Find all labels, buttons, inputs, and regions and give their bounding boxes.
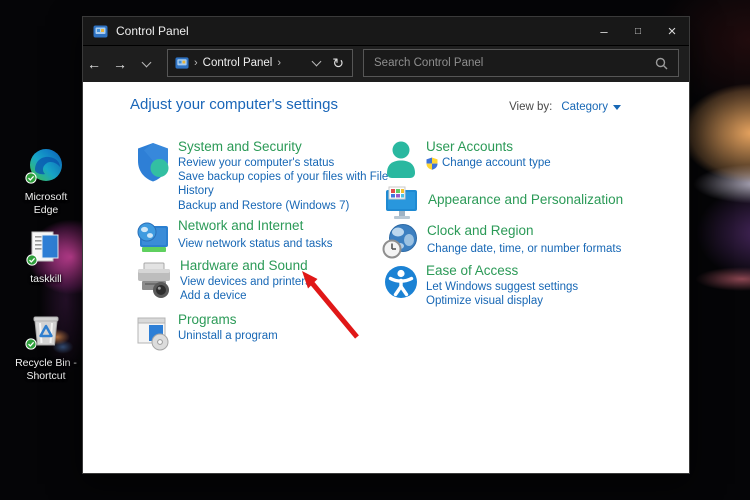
user-accounts-icon[interactable] [384, 140, 418, 185]
category-clock-and-region: Clock and Region Change date, time, or n… [382, 223, 663, 265]
close-button[interactable]: × [655, 17, 689, 45]
desktop-icon-recycle-bin-shortcut[interactable]: Recycle Bin - Shortcut [10, 312, 82, 383]
task-link[interactable]: Change date, time, or number formats [427, 242, 663, 256]
printer-icon[interactable] [136, 262, 172, 305]
task-link[interactable]: View network status and tasks [178, 237, 390, 251]
breadcrumb-control-panel[interactable]: Control Panel [203, 57, 273, 69]
desktop-icon-microsoft-edge[interactable]: Microsoft Edge [14, 148, 78, 217]
desktop-icon-label: Recycle Bin - Shortcut [15, 357, 77, 383]
refresh-button[interactable]: ↻ [332, 55, 344, 72]
breadcrumb-separator[interactable]: › [277, 57, 281, 69]
view-by-label: View by: [509, 101, 553, 113]
task-link[interactable]: Optimize visual display [426, 294, 662, 308]
uac-shield-icon [426, 157, 438, 170]
back-button[interactable]: ← [83, 46, 105, 82]
search-input[interactable] [364, 57, 655, 69]
chevron-down-icon [141, 57, 151, 68]
recycle-bin-icon [25, 312, 63, 353]
task-link[interactable]: Add a device [180, 289, 392, 303]
category-title[interactable]: Ease of Access [426, 263, 662, 279]
task-link[interactable]: Save backup copies of your files with Fi… [178, 170, 390, 198]
batch-file-icon [26, 230, 62, 269]
sync-check-badge-icon [26, 253, 38, 271]
category-programs: Programs Uninstall a program [136, 312, 390, 356]
category-title[interactable]: Network and Internet [178, 218, 390, 234]
category-title[interactable]: User Accounts [426, 139, 662, 155]
category-title[interactable]: Clock and Region [427, 223, 663, 239]
network-monitor-icon[interactable] [136, 221, 170, 262]
breadcrumb-separator: › [194, 57, 198, 69]
edge-icon [25, 148, 63, 187]
control-panel-window: Control Panel – □ × ← → ↑ › Control Pane… [82, 16, 690, 474]
titlebar[interactable]: Control Panel – □ × [83, 17, 689, 45]
window-title: Control Panel [116, 24, 189, 38]
task-link[interactable]: Uninstall a program [178, 329, 390, 343]
control-panel-app-icon [93, 24, 108, 39]
task-link[interactable]: View devices and printers [180, 275, 392, 289]
category-title[interactable]: System and Security [178, 139, 390, 155]
system-security-shield-icon[interactable] [136, 142, 170, 213]
desktop-icon-label: taskkill [30, 273, 62, 285]
search-box[interactable] [363, 49, 679, 77]
page-title: Adjust your computer's settings [130, 96, 338, 113]
task-link[interactable]: Let Windows suggest settings [426, 280, 662, 294]
recent-pages-button[interactable] [135, 46, 157, 82]
search-icon[interactable] [655, 57, 668, 70]
category-title[interactable]: Hardware and Sound [180, 258, 392, 274]
view-by-control: View by: Category [509, 101, 621, 113]
dropdown-triangle-icon[interactable] [613, 104, 621, 110]
clock-globe-icon[interactable] [382, 223, 419, 265]
category-system-and-security: System and Security Review your computer… [136, 139, 390, 213]
category-title[interactable]: Programs [178, 312, 390, 328]
task-link[interactable]: Change account type [442, 156, 551, 170]
control-panel-crumb-icon [175, 56, 189, 70]
forward-icon: → [113, 56, 127, 72]
category-network-and-internet: Network and Internet View network status… [136, 218, 390, 262]
desktop-icon-taskkill[interactable]: taskkill [14, 230, 78, 286]
sync-check-badge-icon [25, 171, 37, 189]
address-bar[interactable]: › Control Panel › ↻ [167, 49, 353, 77]
back-icon: ← [87, 56, 101, 72]
category-title[interactable]: Appearance and Personalization [428, 192, 664, 208]
sync-check-badge-icon [25, 337, 37, 355]
task-link[interactable]: Backup and Restore (Windows 7) [178, 199, 390, 213]
ease-of-access-icon[interactable] [384, 265, 418, 308]
appearance-monitor-icon[interactable] [384, 186, 420, 227]
programs-icon[interactable] [136, 315, 170, 356]
category-appearance-and-personalization: Appearance and Personalization [384, 186, 664, 227]
navigation-bar: ← → ↑ › Control Panel › ↻ [83, 45, 689, 82]
category-hardware-and-sound: Hardware and Sound View devices and prin… [136, 258, 392, 305]
forward-button[interactable]: → [109, 46, 131, 82]
chevron-down-icon [311, 56, 322, 67]
task-link[interactable]: Review your computer's status [178, 156, 390, 170]
view-by-category-dropdown[interactable]: Category [561, 101, 608, 113]
category-user-accounts: User Accounts Change account type [384, 139, 662, 185]
maximize-button[interactable]: □ [621, 17, 655, 45]
control-panel-home: Adjust your computer's settings View by:… [83, 82, 689, 473]
category-ease-of-access: Ease of Access Let Windows suggest setti… [384, 263, 662, 308]
address-dropdown-button[interactable] [311, 56, 322, 67]
minimize-button[interactable]: – [587, 17, 621, 45]
desktop-icon-label: Microsoft Edge [24, 191, 68, 217]
